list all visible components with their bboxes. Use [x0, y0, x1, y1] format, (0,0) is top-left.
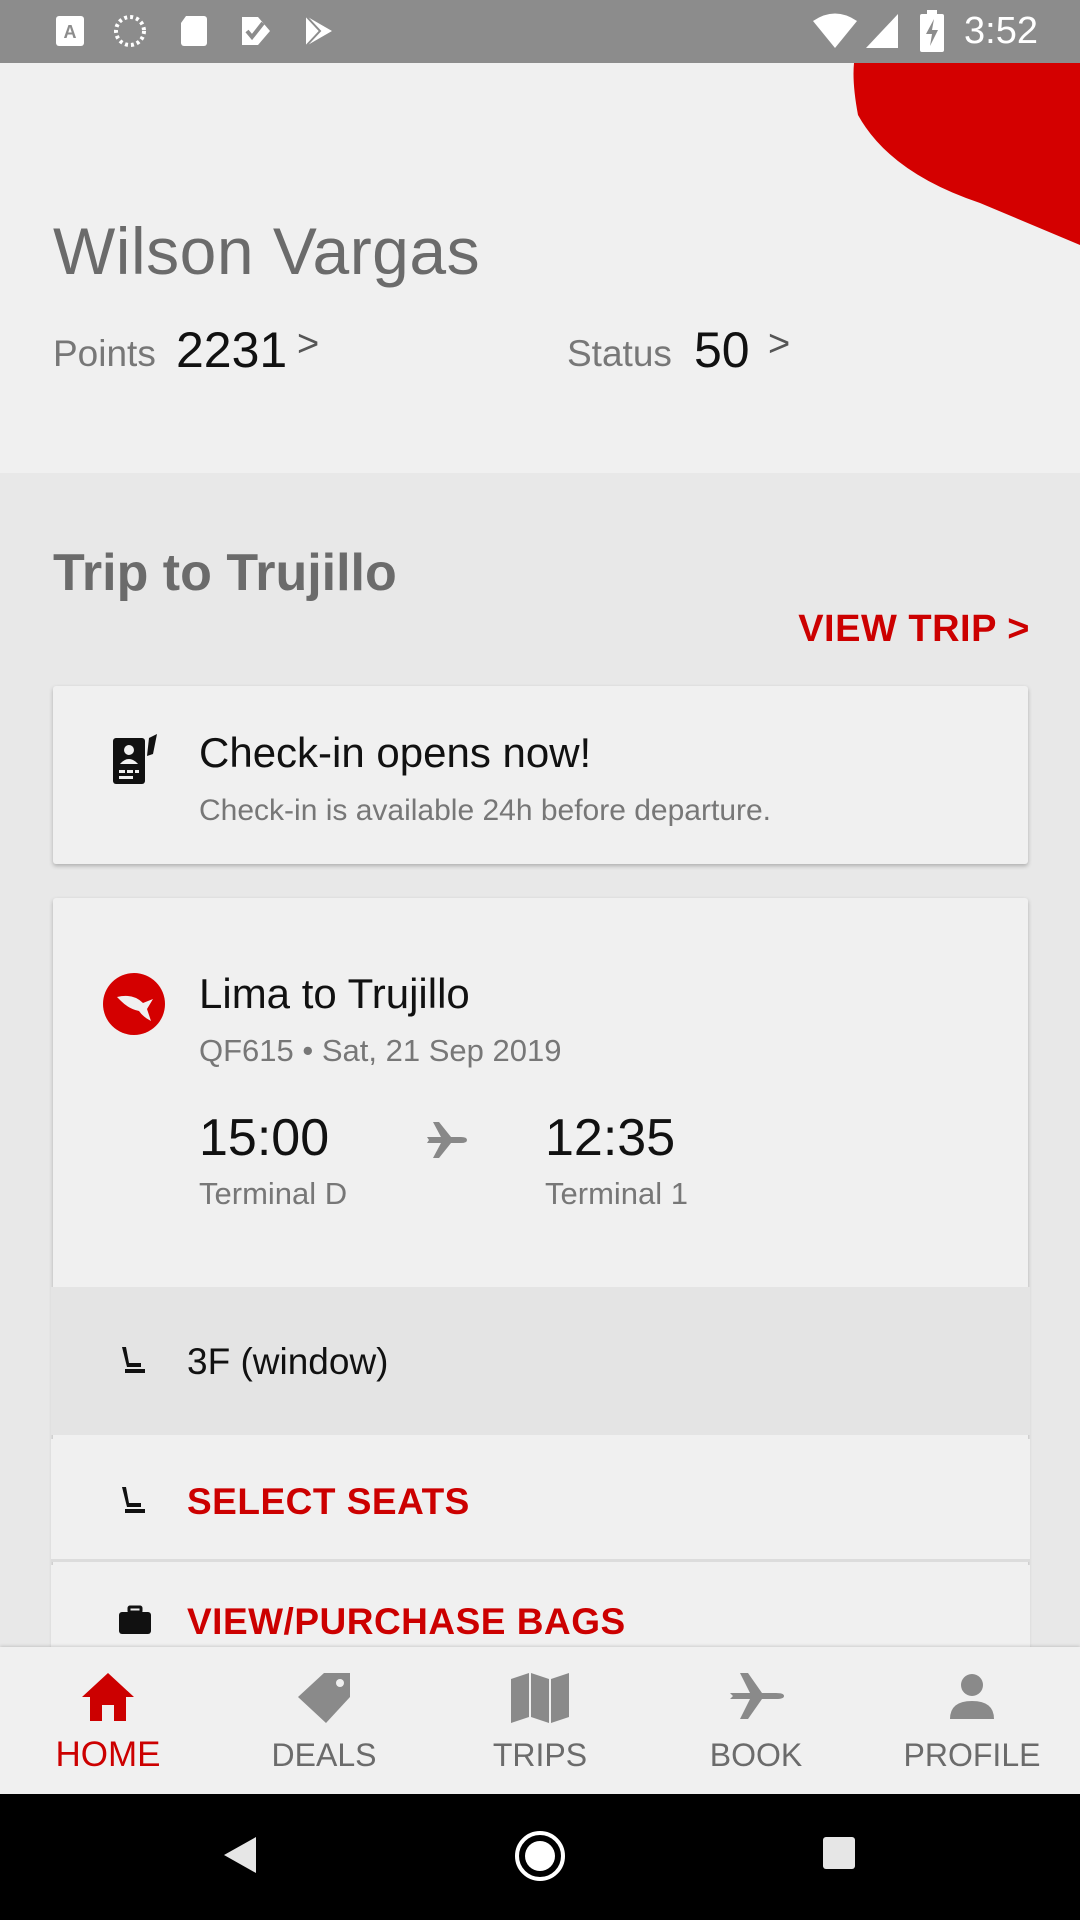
nav-profile-label: PROFILE: [903, 1737, 1041, 1773]
seat-icon: [122, 1487, 145, 1513]
nav-home[interactable]: HOME: [0, 1647, 216, 1794]
person-icon: [950, 1674, 994, 1719]
sd-card-icon: [181, 16, 207, 46]
view-trip-link[interactable]: VIEW TRIP >: [798, 608, 1030, 651]
a-text-icon: A: [56, 16, 84, 46]
nav-home-label: HOME: [55, 1735, 161, 1774]
boarding-pass-icon: [113, 734, 157, 784]
checkin-subtitle: Check-in is available 24h before departu…: [199, 794, 772, 827]
checkin-title: Check-in opens now!: [199, 729, 592, 776]
status-chevron: >: [768, 323, 791, 365]
nav-deals[interactable]: DEALS: [216, 1647, 432, 1794]
main-content[interactable]: Trip to Trujillo VIEW TRIP > Check-in op…: [0, 473, 1080, 1647]
points-value: 2231: [176, 322, 288, 378]
status-bar: A 3:52: [0, 0, 1080, 63]
check-tag-icon: [242, 17, 270, 45]
flight-card[interactable]: Lima to Trujillo QF615 • Sat, 21 Sep 201…: [51, 898, 1030, 1647]
status-value: 50: [694, 322, 750, 378]
seat-icon: [122, 1347, 145, 1373]
trip-title: Trip to Trujillo: [53, 544, 397, 602]
nav-trips[interactable]: TRIPS: [432, 1647, 648, 1794]
select-seats-button[interactable]: SELECT SEATS: [51, 1439, 1030, 1562]
arrival-time: 12:35: [545, 1109, 676, 1167]
clock: 3:52: [964, 10, 1038, 52]
system-navigation-bar: [0, 1794, 1080, 1920]
app-screen: A 3:52 Wilson Vargas Points 2231 > Statu…: [0, 0, 1080, 1920]
select-seats-label: SELECT SEATS: [187, 1481, 470, 1522]
nav-deals-label: DEALS: [271, 1737, 377, 1773]
nav-book-label: BOOK: [709, 1737, 803, 1773]
map-icon: [511, 1673, 569, 1723]
loading-circle-icon: [114, 15, 146, 47]
tag-icon: [298, 1673, 350, 1723]
signal-icon: [866, 14, 898, 48]
departure-time: 15:00: [199, 1109, 330, 1167]
profile-header: Wilson Vargas Points 2231 > Status 50 >: [0, 63, 1080, 473]
user-name: Wilson Vargas: [53, 214, 481, 288]
battery-charging-icon: [920, 10, 944, 52]
back-button[interactable]: [220, 1834, 260, 1876]
home-icon: [82, 1673, 134, 1721]
plane-icon: [427, 1122, 467, 1158]
departure-terminal: Terminal D: [199, 1176, 348, 1211]
points-chevron: >: [297, 323, 320, 365]
view-purchase-bags-button[interactable]: VIEW/PURCHASE BAGS: [51, 1565, 1030, 1647]
points-label: Points: [53, 333, 156, 374]
seat-assignment: 3F (window): [187, 1341, 389, 1382]
checkin-card[interactable]: Check-in opens now! Check-in is availabl…: [53, 686, 1028, 864]
recents-button[interactable]: [822, 1836, 856, 1870]
flight-meta: QF615 • Sat, 21 Sep 2019: [199, 1033, 562, 1068]
briefcase-icon: [119, 1605, 151, 1634]
plane-icon: [730, 1673, 784, 1719]
arrival-terminal: Terminal 1: [545, 1176, 688, 1211]
nav-profile[interactable]: PROFILE: [864, 1647, 1080, 1794]
nav-trips-label: TRIPS: [492, 1737, 588, 1773]
nav-book[interactable]: BOOK: [648, 1647, 864, 1794]
bags-label: VIEW/PURCHASE BAGS: [187, 1601, 626, 1642]
airline-logo-icon: [103, 973, 165, 1035]
status-label: Status: [567, 333, 672, 374]
svg-text:A: A: [64, 22, 77, 42]
bottom-navigation: HOME DEALS TRIPS BOOK PROFILE: [0, 1647, 1080, 1794]
wifi-icon: [813, 13, 857, 48]
play-store-icon: [305, 15, 332, 47]
seat-info-row: 3F (window): [51, 1287, 1030, 1435]
flight-route: Lima to Trujillo: [199, 970, 470, 1017]
home-circle-button[interactable]: [514, 1830, 566, 1882]
brand-swoosh: [853, 63, 1080, 245]
